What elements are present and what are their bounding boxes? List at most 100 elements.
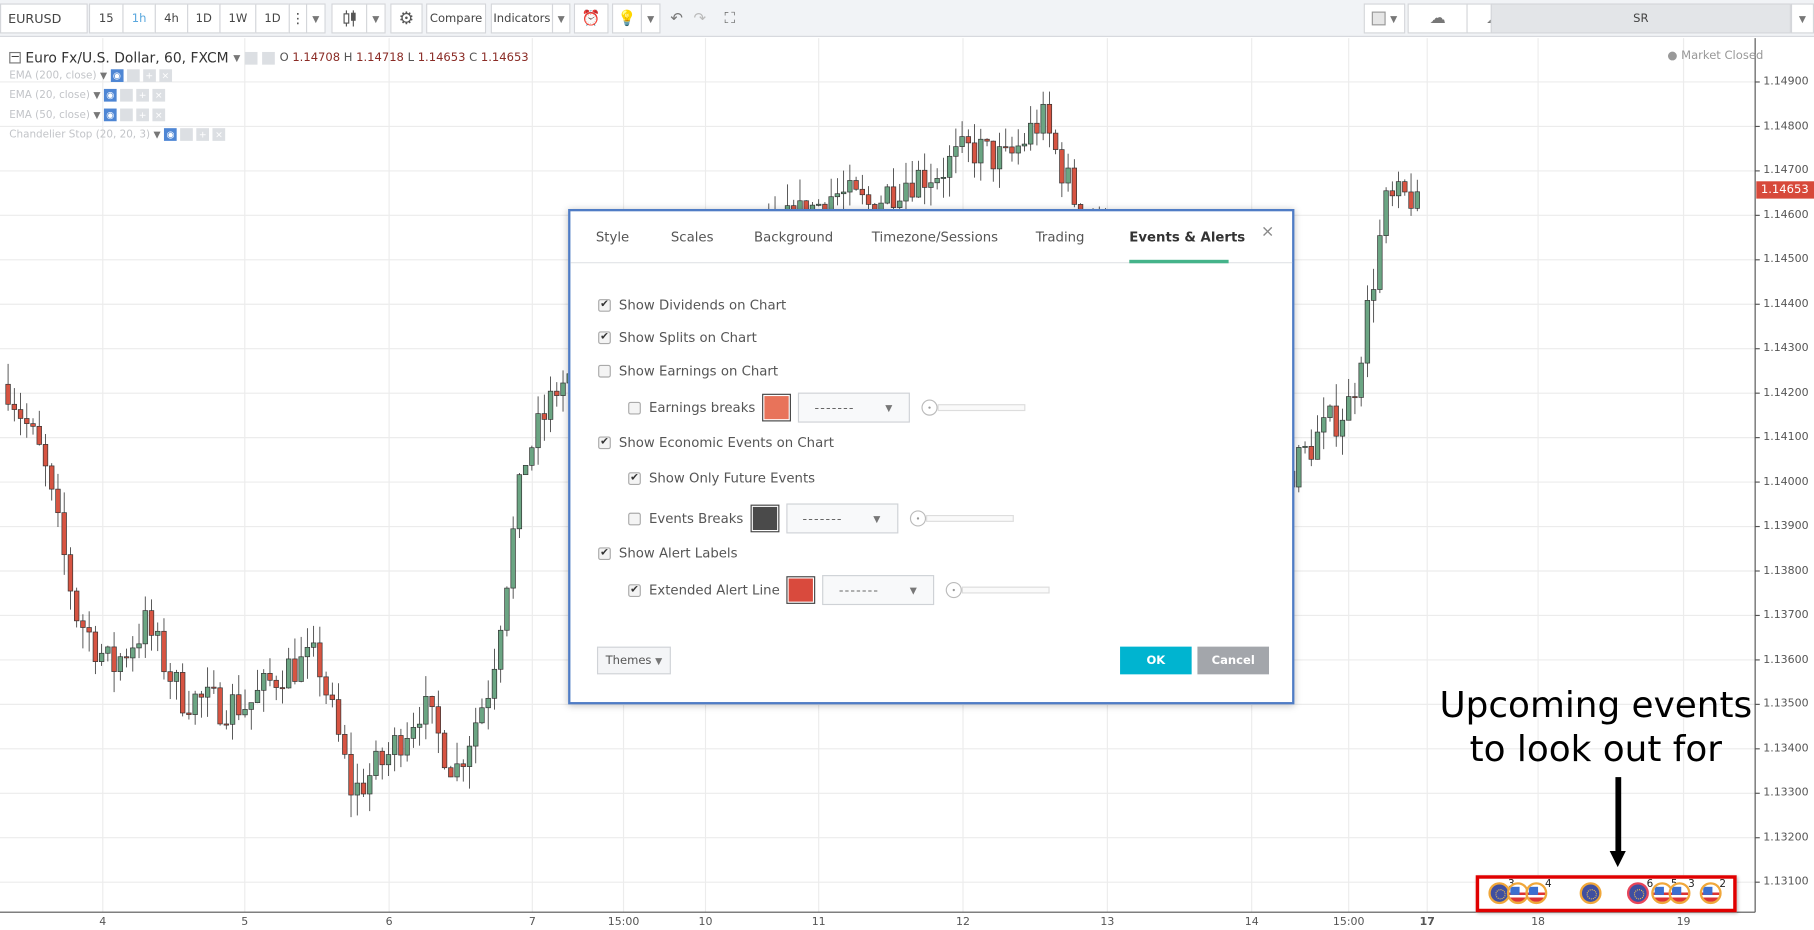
indicator-legend-item[interactable]: Chandelier Stop (20, 20, 3) ▼ ◉ + × [9,128,226,141]
slider-handle[interactable] [921,399,938,416]
tab-scales[interactable]: Scales [671,229,714,245]
candle [373,740,379,780]
indicator-name: EMA (20, close) [9,89,90,102]
candle [142,596,148,658]
candle [1015,129,1021,165]
price-tick-label: 1.14200 [1763,386,1809,399]
tab-background[interactable]: Background [754,229,833,245]
candle [286,647,292,689]
option-label: Show Splits on Chart [618,329,757,346]
time-tick-label: 18 [1531,915,1546,929]
show-alert-labels-checkbox[interactable]: ✔ [598,546,611,560]
gear-icon[interactable] [262,51,275,65]
chevron-down-icon[interactable]: ▼ [93,90,100,100]
indicator-legend-item[interactable]: EMA (50, close) ▼ ◉ + × [9,108,166,122]
candle [317,626,323,697]
themes-dropdown[interactable]: Themes ▼ [596,646,671,675]
candle [186,690,192,720]
slider-handle[interactable] [946,581,963,599]
collapse-icon[interactable]: − [9,51,21,64]
slider-handle[interactable] [909,510,926,527]
candle [840,170,847,211]
show-splits-checkbox[interactable]: ✔ [598,330,611,344]
event-count-badge: 4 [1544,878,1552,891]
annotation-text: Upcoming events to look out for [1439,684,1753,771]
candle [1370,268,1377,323]
candle [80,614,86,649]
show-economic-events-checkbox[interactable]: ✔ [598,435,611,449]
eye-icon[interactable]: ◉ [103,108,117,122]
candle [547,376,554,433]
tab-events-alerts[interactable]: Events & Alerts [1129,229,1245,245]
add-icon[interactable]: + [196,128,210,141]
ok-button[interactable]: OK [1120,646,1192,675]
time-tick-label: 15:00 [1332,915,1365,929]
add-icon[interactable]: + [142,69,156,82]
candle [940,157,947,198]
show-only-future-events-checkbox[interactable]: ✔ [628,471,641,485]
candle [953,128,959,174]
chevron-down-icon[interactable]: ▼ [233,53,240,63]
time-tick-label: 7 [528,915,536,929]
show-earnings-checkbox[interactable] [598,364,611,378]
candle [1327,404,1333,422]
candle [410,712,417,748]
line-style-dropdown[interactable]: ------- ▼ [822,575,935,606]
events-breaks-checkbox[interactable] [628,512,641,525]
eye-icon[interactable]: ◉ [110,69,124,82]
earnings-breaks-checkbox[interactable] [628,401,641,414]
market-status: ● Market Closed [1667,49,1764,63]
indicator-legend-item[interactable]: EMA (20, close) ▼ ◉ + × [9,88,166,102]
candle [1021,132,1028,152]
line-style-dropdown[interactable]: ------- ▼ [798,392,911,423]
option-label: Extended Alert Line [648,581,780,599]
add-icon[interactable]: + [136,88,149,102]
candle [117,653,123,681]
gear-icon[interactable] [120,108,133,122]
remove-icon[interactable]: × [152,108,166,122]
line-width-slider[interactable] [921,398,1026,416]
eye-icon[interactable] [244,51,258,65]
remove-icon[interactable]: × [152,88,166,102]
option-show-earnings: Show Earnings on Chart [598,363,778,379]
add-icon[interactable]: + [136,108,149,122]
indicator-legend-item[interactable]: EMA (200, close) ▼ ◉ + × [9,69,172,82]
gear-icon[interactable] [126,69,140,82]
close-icon[interactable]: × [1261,223,1275,241]
time-tick-label: 17 [1419,915,1435,929]
chevron-down-icon[interactable]: ▼ [93,110,100,120]
candle [466,735,473,789]
candle [1402,179,1408,196]
eye-icon[interactable]: ◉ [164,128,177,141]
candle [1383,187,1389,244]
time-tick-label: 4 [99,915,107,929]
gear-icon[interactable] [120,88,133,102]
event-count-badge: 3 [1688,878,1695,891]
cancel-button[interactable]: Cancel [1197,646,1270,675]
candle [360,768,367,797]
remove-icon[interactable]: × [159,69,172,82]
candle [304,628,311,679]
candle [522,465,529,476]
option-label: Show Only Future Events [648,469,816,487]
eye-icon[interactable]: ◉ [103,88,117,102]
color-swatch[interactable] [786,576,816,604]
color-swatch[interactable] [750,504,780,533]
extended-alert-line-checkbox[interactable]: ✔ [628,583,641,597]
gear-icon[interactable] [180,128,193,141]
ohlc-values: O 1.14708 H 1.14718 L 1.14653 C 1.14653 [279,51,529,65]
remove-icon[interactable]: × [212,128,226,141]
chevron-down-icon[interactable]: ▼ [154,129,161,139]
candle [298,636,304,683]
tab-style[interactable]: Style [596,229,629,245]
tab-trading[interactable]: Trading [1036,229,1085,245]
color-swatch[interactable] [762,393,792,422]
globe-icon[interactable] [1579,882,1602,905]
time-tick-label: 12 [956,915,971,929]
line-width-slider[interactable] [946,581,1050,599]
chevron-down-icon[interactable]: ▼ [100,70,107,80]
line-width-slider[interactable] [909,509,1014,527]
line-style-dropdown[interactable]: ------- ▼ [786,503,899,534]
tab-timezone-sessions[interactable]: Timezone/Sessions [872,229,998,245]
show-dividends-checkbox[interactable]: ✔ [598,298,611,312]
